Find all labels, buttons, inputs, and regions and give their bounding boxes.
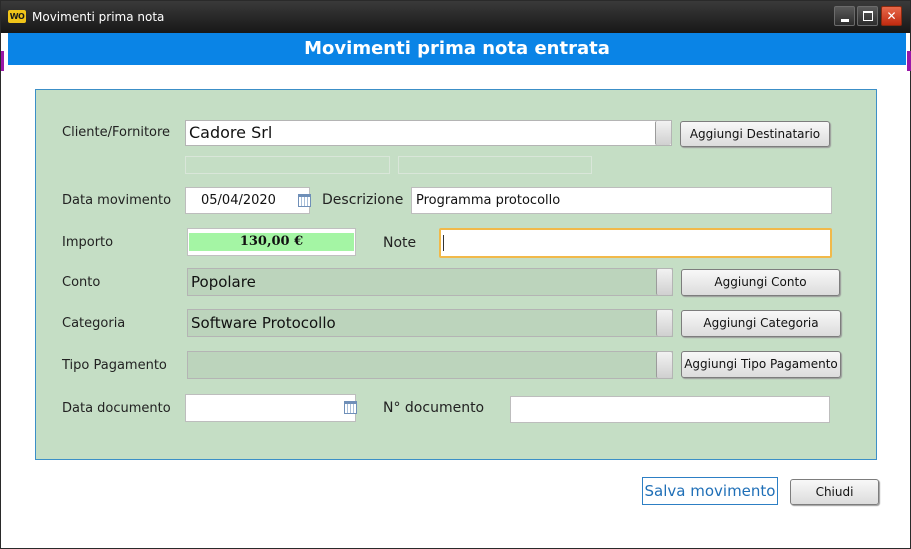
add-categoria-button[interactable]: Aggiungi Categoria: [681, 310, 841, 337]
data-movimento-field[interactable]: 05/04/2020: [185, 187, 310, 214]
categoria-label: Categoria: [62, 316, 126, 331]
conto-label: Conto: [62, 275, 101, 290]
cliente-label: Cliente/Fornitore: [62, 125, 171, 140]
data-movimento-value: 05/04/2020: [201, 193, 276, 208]
side-accent-left: [1, 51, 4, 71]
importo-field[interactable]: 130,00 €: [187, 228, 356, 256]
maximize-icon: [863, 11, 873, 21]
data-movimento-label: Data movimento: [62, 193, 172, 208]
data-documento-field[interactable]: [185, 394, 356, 422]
window-title: Movimenti prima nota: [32, 10, 165, 24]
close-button[interactable]: Chiudi: [790, 479, 879, 505]
side-accent: [907, 51, 911, 71]
add-tipo-pagamento-button[interactable]: Aggiungi Tipo Pagamento: [681, 351, 841, 378]
app-logo-icon: WO: [8, 10, 26, 23]
dropdown-arrow-icon[interactable]: [656, 352, 672, 378]
conto-combo[interactable]: Popolare: [187, 268, 673, 296]
calendar-icon[interactable]: [298, 194, 311, 207]
save-button[interactable]: Salva movimento: [642, 477, 778, 505]
note-label: Note: [383, 235, 417, 251]
text-caret: [443, 235, 444, 251]
importo-value: 130,00 €: [189, 233, 354, 251]
tipo-pagamento-label: Tipo Pagamento: [62, 358, 167, 373]
minimize-button[interactable]: [834, 6, 855, 26]
app-window: WO Movimenti prima nota ✕ Movimenti prim…: [0, 0, 911, 549]
cliente-detail-box-1: [185, 156, 390, 174]
close-icon: ✕: [886, 9, 897, 23]
categoria-combo[interactable]: Software Protocollo: [187, 309, 673, 337]
title-bar: WO Movimenti prima nota ✕: [1, 1, 910, 33]
add-destinatario-button[interactable]: Aggiungi Destinatario: [680, 121, 830, 147]
descrizione-field[interactable]: Programma protocollo: [411, 187, 832, 214]
dropdown-arrow-icon[interactable]: [656, 310, 672, 336]
conto-value: Popolare: [191, 273, 256, 291]
cliente-detail-box-2: [398, 156, 592, 174]
maximize-button[interactable]: [857, 6, 878, 26]
close-window-button[interactable]: ✕: [881, 6, 902, 26]
n-documento-label: N° documento: [383, 400, 485, 416]
n-documento-field[interactable]: [510, 396, 830, 423]
cliente-value: Cadore Srl: [189, 123, 273, 142]
note-field[interactable]: [439, 228, 832, 258]
descrizione-label: Descrizione: [322, 192, 404, 208]
dropdown-arrow-icon[interactable]: [655, 121, 671, 145]
importo-label: Importo: [62, 235, 114, 250]
tipo-pagamento-combo[interactable]: [187, 351, 673, 379]
cliente-combo[interactable]: Cadore Srl: [185, 120, 672, 146]
data-documento-label: Data documento: [62, 401, 171, 416]
add-conto-button[interactable]: Aggiungi Conto: [681, 269, 840, 296]
calendar-icon[interactable]: [344, 401, 357, 414]
categoria-value: Software Protocollo: [191, 314, 336, 332]
minimize-icon: [841, 19, 849, 22]
descrizione-value: Programma protocollo: [416, 193, 561, 208]
dropdown-arrow-icon[interactable]: [656, 269, 672, 295]
page-title: Movimenti prima nota entrata: [8, 33, 906, 65]
